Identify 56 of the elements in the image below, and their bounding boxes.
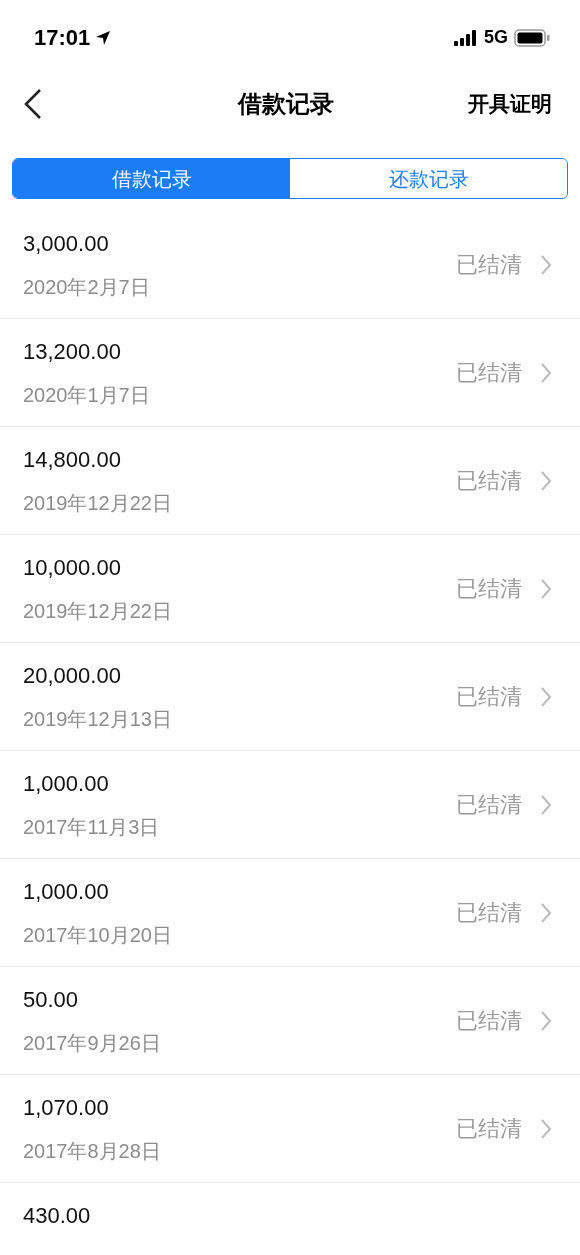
signal-icon — [454, 29, 478, 46]
location-arrow-icon — [94, 28, 113, 47]
chevron-right-icon — [540, 253, 552, 276]
network-label: 5G — [484, 26, 508, 49]
loan-record-row[interactable]: 3,000.00 2020年2月7日 已结清 — [0, 211, 580, 319]
status-label: 已结清 — [456, 467, 522, 495]
chevron-right-icon — [540, 469, 552, 492]
loan-date: 2017年10月20日 — [23, 923, 172, 948]
chevron-right-icon — [540, 1117, 552, 1140]
loan-amount: 14,800.00 — [23, 446, 122, 474]
loan-record-row[interactable]: 10,000.00 2019年12月22日 已结清 — [0, 535, 580, 643]
loan-date: 2019年12月13日 — [23, 707, 172, 732]
loan-record-row[interactable]: 50.00 2017年9月26日 已结清 — [0, 967, 580, 1075]
loan-record-row[interactable]: 430.00 — [0, 1183, 580, 1255]
certificate-link[interactable]: 开具证明 — [468, 88, 552, 120]
chevron-right-icon — [540, 793, 552, 816]
loan-amount: 1,070.00 — [23, 1094, 110, 1122]
status-label: 已结清 — [456, 251, 522, 279]
clock-time: 17:01 — [34, 24, 91, 52]
status-label: 已结清 — [456, 899, 522, 927]
status-label: 已结清 — [456, 791, 522, 819]
chevron-right-icon — [540, 1009, 552, 1032]
loan-date: 2019年12月22日 — [23, 599, 172, 624]
loan-date: 2017年8月28日 — [23, 1139, 161, 1164]
status-label: 已结清 — [456, 1007, 522, 1035]
loan-record-row[interactable]: 1,000.00 2017年11月3日 已结清 — [0, 751, 580, 859]
loan-date: 2017年11月3日 — [23, 815, 160, 840]
loan-amount: 3,000.00 — [23, 230, 110, 258]
chevron-right-icon — [540, 901, 552, 924]
status-label: 已结清 — [456, 359, 522, 387]
status-label: 已结清 — [456, 575, 522, 603]
loan-amount: 10,000.00 — [23, 554, 122, 582]
battery-icon — [514, 28, 550, 47]
chevron-right-icon — [540, 685, 552, 708]
loan-record-row[interactable]: 1,000.00 2017年10月20日 已结清 — [0, 859, 580, 967]
loan-amount: 13,200.00 — [23, 338, 122, 366]
status-label: 已结清 — [456, 683, 522, 711]
segment-tab[interactable]: 借款记录 — [13, 159, 290, 198]
back-button[interactable] — [22, 87, 44, 121]
loan-record-row[interactable]: 14,800.00 2019年12月22日 已结清 — [0, 427, 580, 535]
loan-amount: 430.00 — [23, 1202, 91, 1230]
loan-amount: 1,000.00 — [23, 770, 110, 798]
loan-date: 2019年12月22日 — [23, 491, 172, 516]
loan-amount: 50.00 — [23, 986, 80, 1014]
loan-date: 2020年1月7日 — [23, 383, 150, 408]
loan-date: 2020年2月7日 — [23, 275, 150, 300]
chevron-right-icon — [540, 577, 552, 600]
loan-date: 2017年9月26日 — [23, 1031, 161, 1056]
loan-amount: 1,000.00 — [23, 878, 110, 906]
page-title: 借款记录 — [238, 89, 334, 119]
chevron-right-icon — [540, 361, 552, 384]
loan-amount: 20,000.00 — [23, 662, 122, 690]
loan-record-row[interactable]: 1,070.00 2017年8月28日 已结清 — [0, 1075, 580, 1183]
status-label: 已结清 — [456, 1115, 522, 1143]
loan-record-row[interactable]: 20,000.00 2019年12月13日 已结清 — [0, 643, 580, 751]
loan-record-row[interactable]: 13,200.00 2020年1月7日 已结清 — [0, 319, 580, 427]
